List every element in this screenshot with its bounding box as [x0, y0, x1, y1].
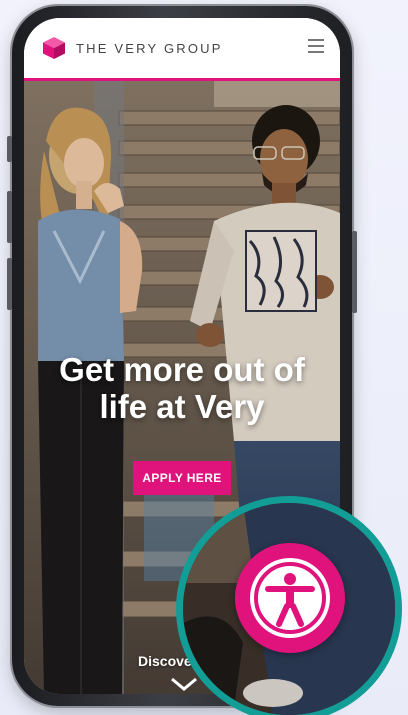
accessibility-magnifier-lens	[176, 496, 402, 715]
phone-volume-down	[7, 258, 12, 310]
site-header: THE VERY GROUP	[24, 18, 340, 81]
hamburger-menu-icon[interactable]	[308, 39, 324, 55]
hero-headline: Get more out of life at Very	[24, 351, 340, 425]
phone-volume-up	[7, 191, 12, 243]
apply-here-button[interactable]: APPLY HERE	[133, 461, 231, 495]
brand-name[interactable]: THE VERY GROUP	[76, 41, 223, 56]
promo-stage: THE VERY GROUP Get more out of life at V…	[0, 0, 408, 715]
accessibility-button[interactable]	[235, 543, 345, 653]
headline-line-1: Get more out of	[59, 351, 305, 388]
phone-mute-switch	[7, 136, 12, 162]
cube-logo-icon[interactable]	[42, 36, 66, 60]
headline-line-2: life at Very	[99, 388, 265, 425]
phone-power-button	[352, 231, 357, 313]
accessibility-person-icon	[254, 562, 326, 634]
